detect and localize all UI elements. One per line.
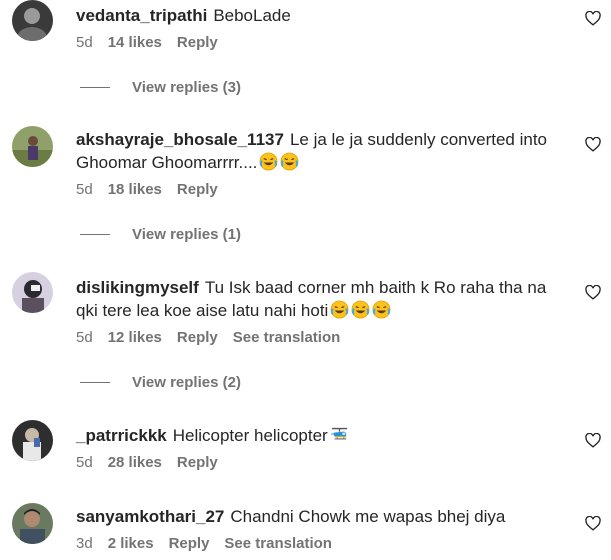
see-translation-button[interactable]: See translation: [233, 329, 341, 346]
comment-username[interactable]: akshayraje_bhosale_1137: [76, 130, 284, 149]
comment-text: vedanta_tripathi BeboLade: [76, 4, 563, 27]
likes-count[interactable]: 28 likes: [108, 454, 162, 471]
view-replies-button[interactable]: View replies (3): [80, 79, 241, 96]
reply-button[interactable]: Reply: [177, 329, 218, 346]
reply-button[interactable]: Reply: [177, 454, 218, 471]
avatar[interactable]: [12, 272, 53, 313]
divider-line: [80, 87, 110, 88]
comment-body: Helicopter helicopter: [172, 426, 328, 445]
reply-button[interactable]: Reply: [177, 34, 218, 51]
comment-meta: 5d 12 likes Reply See translation: [76, 329, 563, 346]
likes-count[interactable]: 12 likes: [108, 329, 162, 346]
divider-line: [80, 234, 110, 235]
laughing-emoji-icon: [351, 300, 370, 319]
comment-meta: 5d 28 likes Reply: [76, 454, 563, 471]
divider-line: [80, 382, 110, 383]
avatar[interactable]: [12, 503, 53, 544]
avatar[interactable]: [12, 420, 53, 461]
likes-count[interactable]: 18 likes: [108, 181, 162, 198]
comment-body: Chandni Chowk me wapas bhej diya: [230, 507, 506, 526]
laughing-emoji-icon: [330, 300, 349, 319]
comment-text: _patrrickkk Helicopter helicopter: [76, 424, 563, 447]
avatar[interactable]: [12, 126, 53, 167]
like-heart-icon[interactable]: [585, 11, 601, 26]
comment-time[interactable]: 5d: [76, 454, 93, 471]
view-replies-button[interactable]: View replies (2): [80, 374, 241, 391]
like-heart-icon[interactable]: [585, 285, 601, 300]
comment-time[interactable]: 5d: [76, 181, 93, 198]
comment-time[interactable]: 3d: [76, 535, 93, 552]
likes-count[interactable]: 14 likes: [108, 34, 162, 51]
see-translation-button[interactable]: See translation: [224, 535, 332, 552]
comment-text: dislikingmyself Tu Isk baad corner mh bai…: [76, 276, 563, 322]
laughing-emoji-icon: [259, 152, 278, 171]
like-heart-icon[interactable]: [585, 516, 601, 531]
reply-button[interactable]: Reply: [169, 535, 210, 552]
likes-count[interactable]: 2 likes: [108, 535, 154, 552]
view-replies-label: View replies (3): [132, 79, 241, 96]
view-replies-label: View replies (1): [132, 226, 241, 243]
view-replies-button[interactable]: View replies (1): [80, 226, 241, 243]
comment-body: BeboLade: [213, 6, 291, 25]
comment-meta: 5d 14 likes Reply: [76, 34, 563, 51]
avatar[interactable]: [12, 0, 53, 41]
reply-button[interactable]: Reply: [177, 181, 218, 198]
comment-time[interactable]: 5d: [76, 34, 93, 51]
comment-username[interactable]: sanyamkothari_27: [76, 507, 224, 526]
comment-username[interactable]: vedanta_tripathi: [76, 6, 207, 25]
comment-text: akshayraje_bhosale_1137 Le ja le ja sudde…: [76, 128, 563, 174]
comment-text: sanyamkothari_27 Chandni Chowk me wapas b…: [76, 505, 563, 528]
like-heart-icon[interactable]: [585, 433, 601, 448]
comment-username[interactable]: dislikingmyself: [76, 278, 199, 297]
view-replies-label: View replies (2): [132, 374, 241, 391]
laughing-emoji-icon: [372, 300, 391, 319]
comment-meta: 5d 18 likes Reply: [76, 181, 563, 198]
helicopter-emoji-icon: [330, 425, 349, 444]
comment-username[interactable]: _patrrickkk: [76, 426, 167, 445]
like-heart-icon[interactable]: [585, 137, 601, 152]
comment-meta: 3d 2 likes Reply See translation: [76, 535, 563, 552]
comment-time[interactable]: 5d: [76, 329, 93, 346]
laughing-emoji-icon: [280, 152, 299, 171]
